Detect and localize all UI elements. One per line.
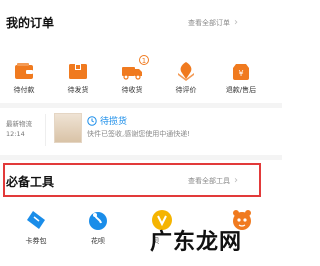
huabei-icon — [89, 212, 107, 230]
svg-text:¥: ¥ — [238, 69, 243, 78]
order-item-label: 待收货 — [121, 86, 143, 94]
view-all-orders-label: 查看全部订单 — [188, 18, 230, 27]
order-count-badge: 1 — [139, 55, 149, 65]
section-divider — [0, 103, 282, 108]
clock-icon — [87, 115, 97, 126]
order-item-label: 待评价 — [175, 86, 197, 94]
view-all-tools-label: 查看全部工具 — [188, 176, 230, 185]
logistics-status-text: 待揽货 — [100, 117, 128, 127]
logistics-time: 12:14 — [6, 130, 25, 138]
wallet-icon — [15, 63, 33, 79]
tool-huabei[interactable]: 花呗 — [74, 206, 122, 254]
chevron-right-icon: › — [234, 17, 238, 28]
logistics-message: 快件已签收,感谢您使用中通快递! — [87, 130, 191, 138]
watermark-text: 广东龙网 — [150, 229, 243, 255]
tools-title: 必备工具 — [6, 175, 55, 189]
logistics-label: 最新物流 — [6, 120, 32, 128]
orders-title: 我的订单 — [6, 16, 55, 30]
refund-icon: ¥ — [233, 64, 249, 80]
order-item-pending-shipment[interactable]: 待发货 — [54, 55, 102, 100]
view-all-orders-link[interactable]: 查看全部订单 › — [188, 17, 238, 28]
product-thumbnail — [54, 113, 82, 143]
order-item-refund[interactable]: ¥ 退款/售后 — [216, 55, 266, 100]
view-all-tools-link[interactable]: 查看全部工具 › — [188, 175, 238, 186]
section-divider — [0, 155, 282, 160]
order-item-pending-payment[interactable]: 待付款 — [0, 55, 48, 100]
order-item-pending-review[interactable]: 待评价 — [162, 55, 210, 100]
order-item-pending-receipt[interactable]: 1 待收货 — [108, 55, 156, 100]
coupon-icon — [27, 211, 45, 229]
chevron-right-icon: › — [234, 175, 238, 186]
order-item-label: 退款/售后 — [225, 86, 257, 94]
order-item-label: 待发货 — [67, 86, 89, 94]
tool-label: 卡券包 — [25, 237, 47, 245]
order-item-label: 待付款 — [13, 86, 35, 94]
logistics-card[interactable]: 最新物流 12:14 待揽货 快件已签收,感谢您使用中通快递! — [0, 110, 282, 152]
logistics-separator — [45, 114, 46, 146]
review-icon — [178, 62, 194, 81]
tool-label: 花呗 — [91, 237, 105, 245]
package-icon — [69, 64, 87, 79]
tool-coupon[interactable]: 卡券包 — [12, 206, 60, 254]
logistics-status: 待揽货 — [87, 114, 127, 127]
